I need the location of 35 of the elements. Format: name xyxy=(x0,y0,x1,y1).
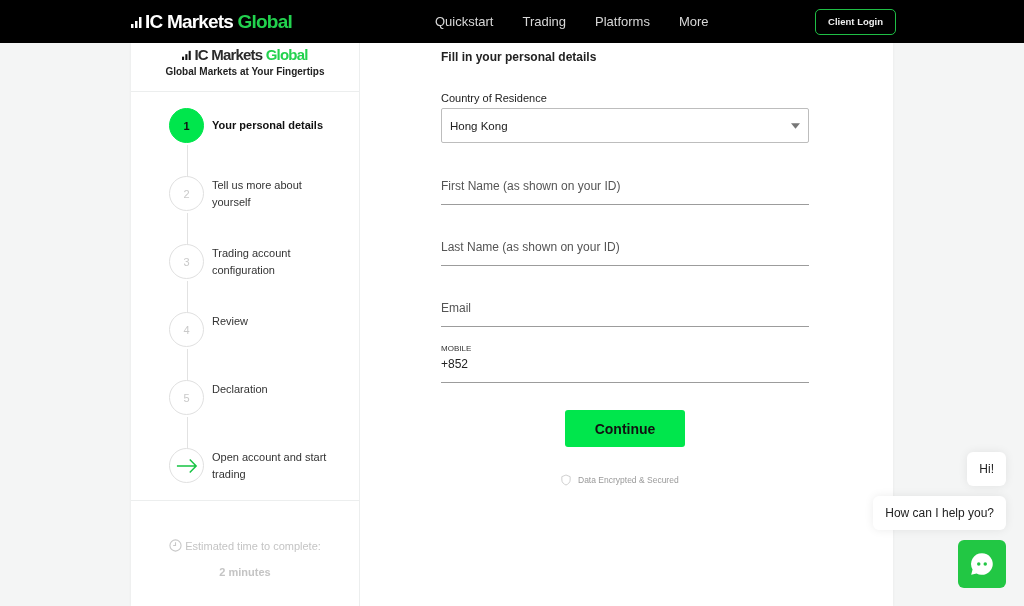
step-label: Open account and start trading xyxy=(212,450,328,482)
chat-bubble: How can I help you? xyxy=(873,496,1006,530)
step-label: Trading account configuration xyxy=(212,246,292,278)
nav-link[interactable]: Quickstart xyxy=(434,14,494,29)
step-label: Declaration xyxy=(212,382,268,397)
nav-link[interactable]: Trading xyxy=(522,14,567,29)
bar-chart-icon xyxy=(182,49,193,60)
brand-logo[interactable]: IC Markets Global xyxy=(182,46,308,63)
brand-logo[interactable]: IC Markets Global xyxy=(131,10,292,33)
continue-button[interactable]: Continue xyxy=(565,410,685,447)
client-login-button[interactable]: Client Login xyxy=(815,8,896,35)
text-input-field[interactable]: Last Name (as shown on your ID) xyxy=(441,232,809,265)
security-note: Data Encrypted & Secured xyxy=(578,475,679,485)
bar-chart-icon xyxy=(131,15,143,28)
chat-button[interactable] xyxy=(958,540,1006,588)
chat-icon xyxy=(969,551,995,577)
step-label: Tell us more about yourself xyxy=(212,178,303,210)
estimate-label: Estimated time to complete: xyxy=(185,539,321,552)
shield-icon xyxy=(561,474,571,486)
step-label: Your personal details xyxy=(212,118,324,133)
nav-link[interactable]: More xyxy=(678,14,709,29)
text-input-field[interactable]: Email xyxy=(441,293,809,326)
step-label: Review xyxy=(212,314,249,329)
country-select[interactable]: Hong Kong xyxy=(441,108,809,143)
text-input-field[interactable]: First Name (as shown on your ID) xyxy=(441,171,809,204)
tagline: Global Markets at Your Fingertips xyxy=(165,66,325,77)
arrow-right-icon xyxy=(175,457,198,474)
nav-link[interactable]: Platforms xyxy=(595,14,650,29)
clock-icon xyxy=(169,539,183,552)
dropdown-caret-icon xyxy=(791,122,800,129)
chat-bubble: Hi! xyxy=(967,452,1006,486)
estimate-value: 2 minutes xyxy=(219,566,271,578)
step-number: 1 xyxy=(169,108,204,143)
form-heading: Fill in your personal details xyxy=(441,50,598,64)
field-label: Country of Residence xyxy=(441,92,548,104)
